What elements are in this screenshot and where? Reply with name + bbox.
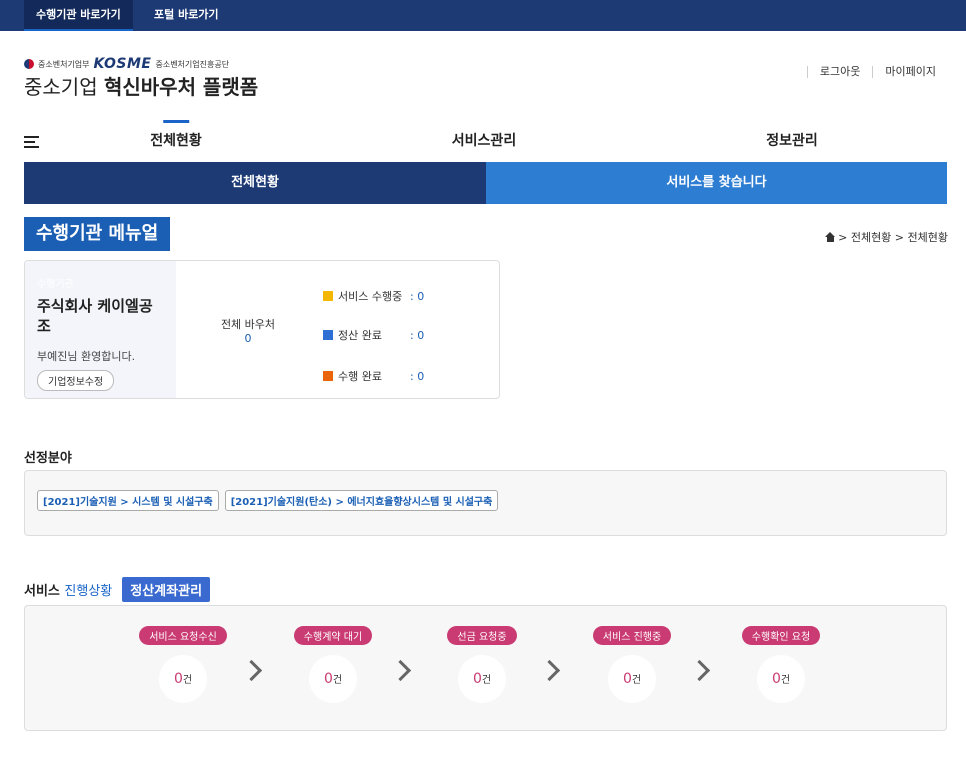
site-title-main: 혁신바우처 플랫폼 [103, 75, 259, 99]
company-name: 주식회사 케이엘공조 [37, 297, 153, 335]
edit-company-info-button[interactable]: 기업정보수정 [37, 370, 115, 391]
step-advance-requested[interactable]: 선금 요청중 0건 [427, 626, 537, 703]
site-title[interactable]: 중소기업 혁신바우처 플랫폼 [24, 71, 258, 100]
total-voucher-value: 0 [244, 332, 252, 345]
stat-label: 서비스 수행중 [338, 290, 403, 303]
settlement-account-button[interactable]: 정산계좌관리 [122, 577, 211, 602]
home-icon[interactable] [825, 232, 836, 242]
stat-value: : 0 [410, 289, 425, 303]
stat-value: : 0 [410, 328, 425, 342]
utility-menu: 로그아웃 마이페이지 [806, 66, 948, 78]
company-info: 수행기관 주식회사 케이엘공조 부예진님 환영합니다. 기업정보수정 [25, 261, 176, 398]
step-label: 수행확인 요청 [741, 626, 821, 645]
step-contract-waiting[interactable]: 수행계약 대기 0건 [278, 626, 388, 703]
sub-nav: 전체현황 서비스를 찾습니다 [24, 162, 947, 204]
step-label: 서비스 진행중 [592, 626, 672, 645]
chevron-right-icon [244, 660, 262, 678]
menu-icon[interactable] [24, 136, 39, 148]
step-label: 선금 요청중 [447, 626, 517, 645]
portal-shortcut-link[interactable]: 포털 바로가기 [142, 0, 231, 31]
stat-settled: 정산 완료 : 0 [323, 327, 424, 343]
chevron-right-icon [542, 660, 560, 678]
stat-label: 수행 완료 [338, 370, 382, 383]
legend-swatch [323, 291, 333, 301]
stat-completed: 수행 완료 : 0 [323, 368, 424, 384]
ministry-name: 중소벤처기업부 [38, 59, 90, 69]
legend-swatch [323, 330, 333, 340]
logo[interactable]: 중소벤처기업부 KOSME 중소벤처기업진흥공단 [24, 56, 229, 72]
progress-title-suffix: 진행상황 [64, 584, 113, 599]
step-count: 0건 [608, 655, 656, 703]
step-count: 0건 [309, 655, 357, 703]
field-tag[interactable]: [2021]기술지원(탄소) > 에너지효율향상시스템 및 시설구축 [224, 490, 499, 511]
progress-header: 서비스 진행상황 정산계좌관리 [24, 577, 211, 602]
mypage-link[interactable]: 마이페이지 [872, 66, 948, 78]
main-nav: 전체현황 서비스관리 정보관리 [0, 118, 966, 162]
nav-overview[interactable]: 전체현황 [150, 130, 202, 150]
logout-link[interactable]: 로그아웃 [806, 66, 872, 78]
step-confirmation-requested[interactable]: 수행확인 요청 0건 [726, 626, 836, 703]
top-bar: 수행기관 바로가기 포털 바로가기 [0, 0, 966, 31]
nav-service-management[interactable]: 서비스관리 [452, 130, 516, 150]
stat-in-progress: 서비스 수행중 : 0 [323, 288, 424, 304]
nav-info-management[interactable]: 정보관리 [766, 130, 818, 150]
step-service-in-progress[interactable]: 서비스 진행중 0건 [577, 626, 687, 703]
total-voucher-label: 전체 바우처 [220, 318, 276, 331]
company-role: 수행기관 [37, 279, 74, 290]
stat-label: 정산 완료 [338, 329, 382, 342]
kosme-logo: KOSME [93, 56, 152, 72]
field-tag[interactable]: [2021]기술지원 > 시스템 및 시설구축 [37, 490, 219, 511]
selected-fields-title: 선정분야 [24, 451, 72, 466]
step-request-received[interactable]: 서비스 요청수신 0건 [128, 626, 238, 703]
step-count: 0건 [458, 655, 506, 703]
ministry-emblem-icon [24, 59, 34, 69]
progress-box: 서비스 요청수신 0건 수행계약 대기 0건 선금 요청중 0건 서비스 진행중… [24, 605, 947, 731]
site-title-prefix: 중소기업 [24, 75, 98, 99]
agency-shortcut-link[interactable]: 수행기관 바로가기 [24, 0, 133, 31]
subnav-current[interactable]: 전체현황 [24, 162, 486, 204]
step-label: 서비스 요청수신 [139, 626, 227, 645]
step-label: 수행계약 대기 [293, 626, 373, 645]
step-count: 0건 [757, 655, 805, 703]
progress-title-prefix: 서비스 [24, 584, 60, 599]
org-name: 중소벤처기업진흥공단 [155, 59, 230, 69]
breadcrumb-path: > 전체현황 > 전체현황 [838, 231, 948, 244]
stat-value: : 0 [410, 369, 425, 383]
total-voucher: 전체 바우처 0 [217, 318, 279, 346]
legend-swatch [323, 371, 333, 381]
welcome-text: 부예진님 환영합니다. [37, 350, 136, 363]
subnav-find-service[interactable]: 서비스를 찾습니다 [486, 162, 947, 204]
step-count: 0건 [159, 655, 207, 703]
breadcrumb: > 전체현황 > 전체현황 [825, 229, 948, 245]
page-title: 수행기관 메뉴얼 [24, 217, 171, 251]
company-summary-card: 수행기관 주식회사 케이엘공조 부예진님 환영합니다. 기업정보수정 전체 바우… [24, 260, 500, 399]
chevron-right-icon [692, 660, 710, 678]
progress-title: 서비스 진행상황 [24, 580, 112, 599]
selected-fields-box: [2021]기술지원 > 시스템 및 시설구축 [2021]기술지원(탄소) >… [24, 470, 947, 536]
chevron-right-icon [393, 660, 411, 678]
